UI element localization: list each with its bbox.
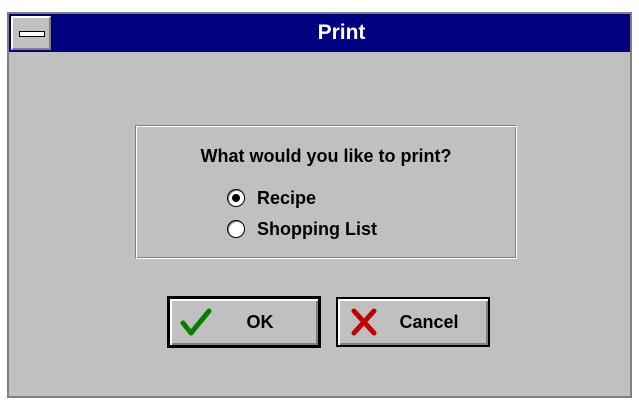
radio-option-shopping-list[interactable]: Shopping List bbox=[227, 217, 377, 241]
print-question-label: What would you like to print? bbox=[200, 146, 452, 166]
system-menu-button[interactable] bbox=[11, 16, 51, 50]
radio-button-unchecked[interactable] bbox=[227, 220, 245, 238]
radio-button-checked[interactable] bbox=[227, 189, 245, 207]
radio-option-recipe[interactable]: Recipe bbox=[227, 186, 316, 210]
ok-button[interactable]: OK bbox=[167, 296, 321, 348]
checkmark-icon bbox=[180, 308, 212, 336]
cancel-button[interactable]: Cancel bbox=[336, 297, 490, 347]
radio-label-recipe: Recipe bbox=[257, 187, 317, 208]
radio-label-shopping-list: Shopping List bbox=[257, 218, 377, 239]
x-icon bbox=[351, 308, 377, 336]
print-dialog: Print What would you like to print? Reci… bbox=[7, 12, 632, 398]
system-menu-icon bbox=[19, 31, 45, 37]
cancel-button-label: Cancel bbox=[399, 311, 459, 332]
print-options-group: What would you like to print? Recipe Sho… bbox=[135, 125, 517, 259]
title-bar[interactable]: Print bbox=[9, 14, 630, 52]
window-title: Print bbox=[317, 21, 366, 44]
ok-button-label: OK bbox=[246, 311, 274, 332]
